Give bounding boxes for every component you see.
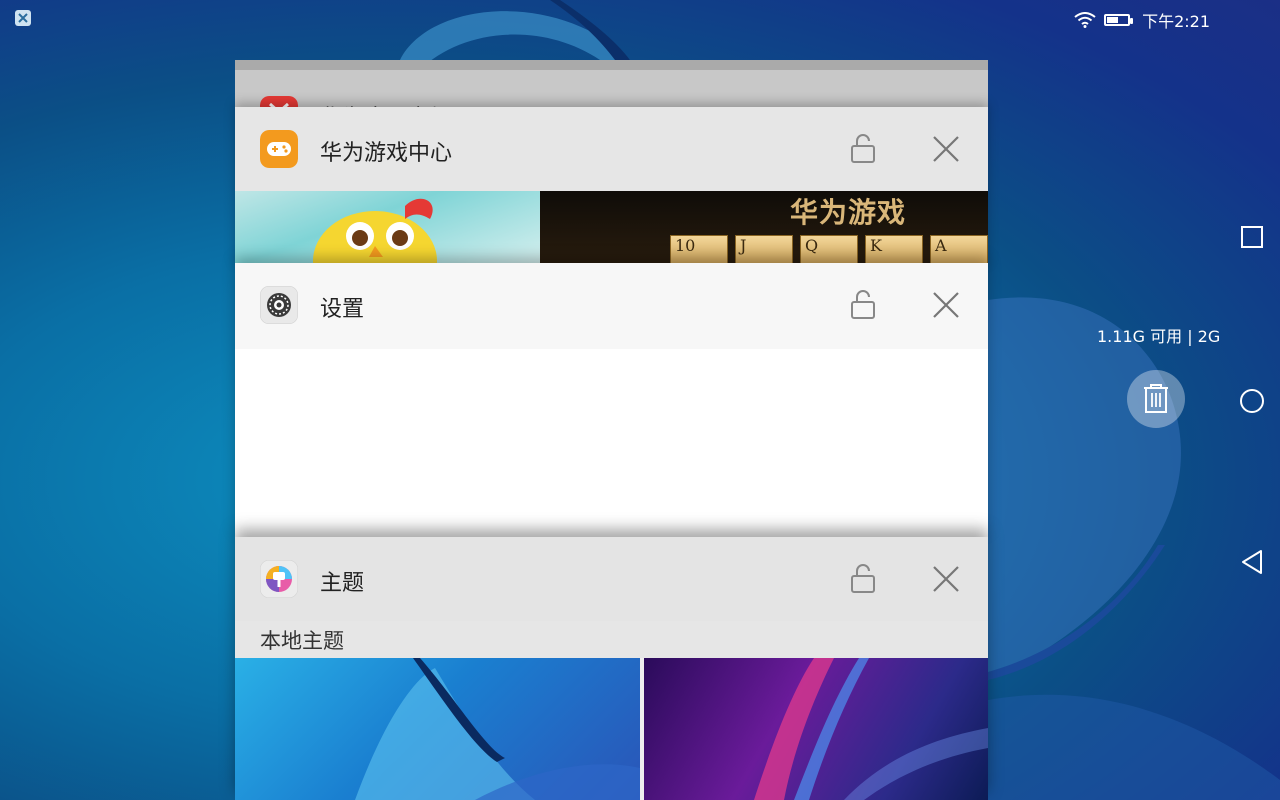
status-time: 下午2:21 (1142, 12, 1210, 31)
card-header: 华为游戏中心 (235, 107, 988, 191)
settings-gear-icon (260, 286, 298, 324)
wifi-icon (1074, 12, 1096, 28)
trash-icon (1144, 384, 1168, 413)
clear-all-button[interactable] (1127, 370, 1185, 428)
theme-thumbnail (644, 658, 988, 800)
battery-icon (1104, 14, 1134, 26)
chick-character-image (313, 198, 437, 267)
game-banner-text: 华为游戏 (790, 196, 907, 229)
back-triangle-icon[interactable] (1241, 549, 1263, 575)
unlock-icon[interactable] (848, 562, 878, 594)
recent-app-card-themes[interactable]: 主题 本地主题 (235, 537, 988, 800)
close-icon[interactable] (931, 564, 961, 594)
theme-thumbnail (235, 658, 640, 800)
close-icon[interactable] (931, 134, 961, 164)
game-preview-left (235, 191, 540, 267)
close-icon[interactable] (931, 290, 961, 320)
notification-app-icon (15, 10, 31, 26)
app-title: 华为游戏中心 (320, 141, 453, 166)
recent-app-card-settings[interactable]: 设置 (235, 263, 988, 538)
card-header: 主题 (235, 537, 988, 621)
section-label: 本地主题 (260, 629, 344, 653)
memory-usage-text: 1.11G 可用 | 2G (1097, 327, 1221, 346)
app-title: 设置 (320, 297, 365, 322)
game-center-icon (260, 130, 298, 168)
recents-square-icon[interactable] (1241, 226, 1263, 248)
app-title: 主题 (320, 571, 365, 596)
recent-app-card-game-center[interactable]: 华为游戏中心 华为游戏 10 J Q K A (235, 107, 988, 267)
unlock-icon[interactable] (848, 132, 878, 164)
themes-brush-icon (260, 560, 298, 598)
game-preview-right: 华为游戏 10 J Q K A (540, 191, 988, 267)
battery-level (1107, 17, 1119, 23)
home-circle-icon[interactable] (1239, 388, 1265, 414)
status-bar: 下午2:21 (0, 0, 1280, 36)
unlock-icon[interactable] (848, 288, 878, 320)
card-header: 设置 (235, 263, 988, 349)
